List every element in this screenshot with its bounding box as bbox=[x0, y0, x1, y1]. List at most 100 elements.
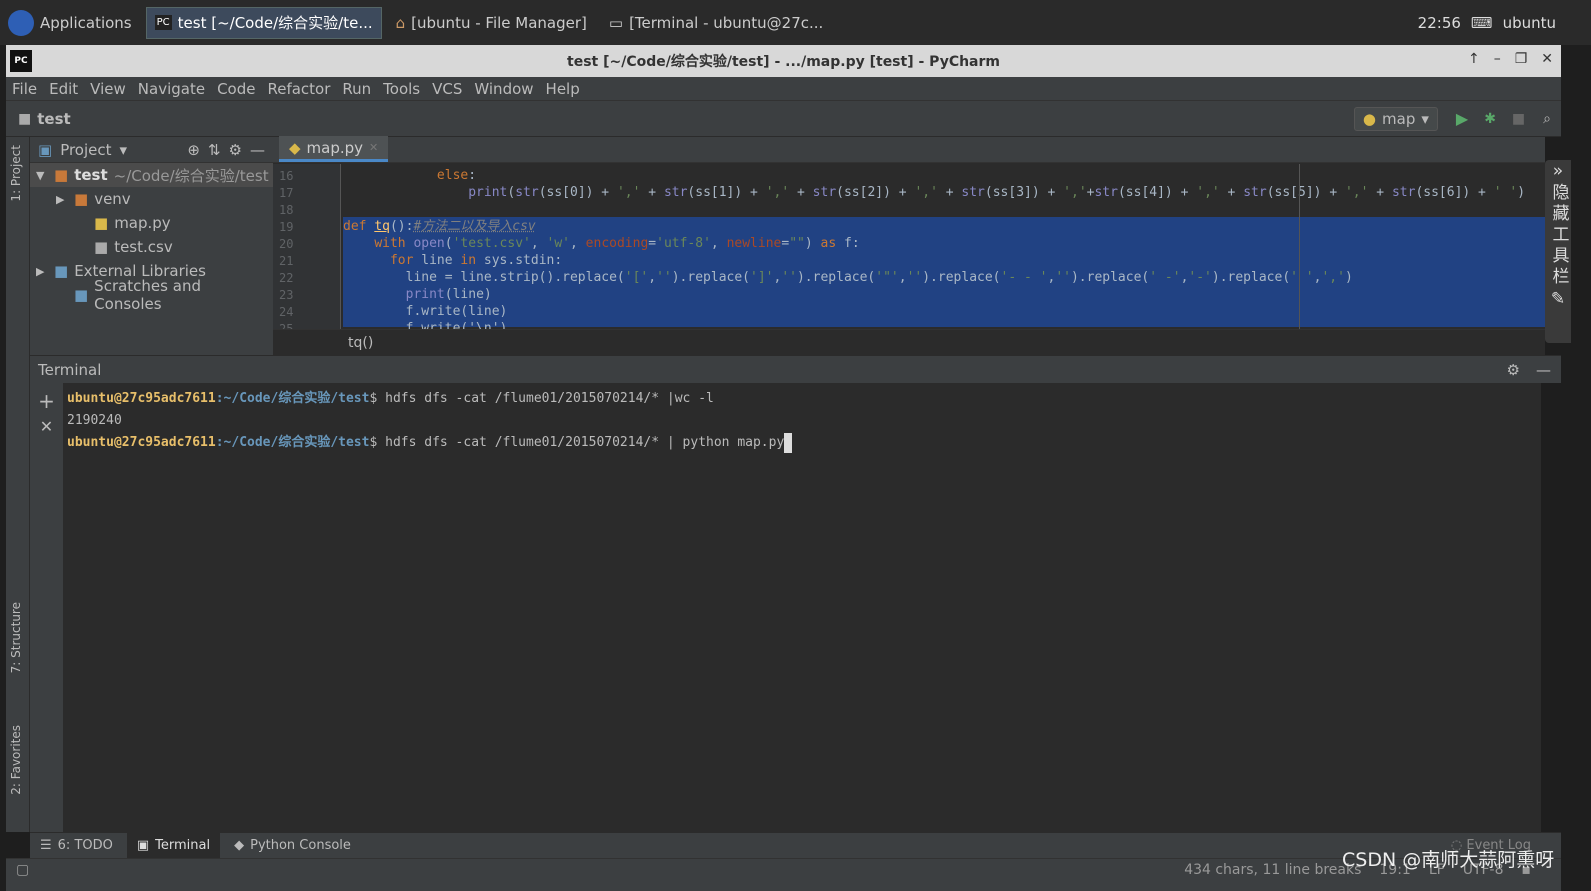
maximize-button[interactable]: ❐ bbox=[1515, 51, 1528, 67]
code-token: ',' bbox=[1196, 185, 1220, 200]
menu-window[interactable]: Window bbox=[474, 80, 533, 98]
code-token: ).replace( bbox=[796, 270, 876, 285]
code-token: "" bbox=[789, 236, 805, 251]
gear-icon[interactable]: ⚙ bbox=[1507, 361, 1520, 379]
prompt-user: ubuntu@27c95adc7611 bbox=[67, 391, 216, 406]
code-token: str bbox=[663, 185, 688, 200]
collapse-icon[interactable]: ⇅ bbox=[208, 141, 221, 159]
tab-map-py[interactable]: ◆ map.py ✕ bbox=[279, 136, 389, 162]
code-token: def bbox=[343, 219, 367, 234]
code-token: ) bbox=[1517, 185, 1526, 200]
gear-icon[interactable]: ⚙ bbox=[229, 141, 242, 159]
tree-item[interactable]: ■ Scratches and Consoles bbox=[30, 277, 273, 313]
code-token: ).replace( bbox=[1070, 270, 1150, 285]
menu-code[interactable]: Code bbox=[217, 80, 255, 98]
code-token: line bbox=[413, 253, 461, 268]
tab-terminal[interactable]: ▣ Terminal bbox=[126, 832, 221, 859]
minimize-button[interactable]: – bbox=[1494, 51, 1501, 67]
tab-label: 6: TODO bbox=[57, 838, 113, 853]
taskbar-window-terminal[interactable]: ▭ [Terminal - ubuntu@27c... bbox=[601, 7, 831, 39]
close-button[interactable]: ✕ bbox=[1541, 51, 1553, 67]
breadcrumb-test[interactable]: test bbox=[37, 110, 70, 128]
hide-toolbar-panel[interactable]: » 隐藏工具栏 ✎ bbox=[1545, 160, 1571, 343]
menu-view[interactable]: View bbox=[90, 80, 126, 98]
menu-navigate[interactable]: Navigate bbox=[138, 80, 205, 98]
tree-item[interactable]: ■ map.py bbox=[30, 211, 273, 235]
python-file-icon: ◆ bbox=[289, 138, 301, 157]
debug-icon[interactable]: ✱ bbox=[1484, 111, 1496, 127]
list-icon: ☰ bbox=[40, 838, 52, 853]
hide-icon[interactable]: — bbox=[1536, 361, 1551, 379]
menu-edit[interactable]: Edit bbox=[49, 80, 78, 98]
line-number: 22 bbox=[279, 271, 294, 285]
toggle-tool-windows-icon[interactable]: ▢ bbox=[16, 862, 29, 878]
code-token: newline bbox=[726, 236, 782, 251]
code-token: else bbox=[436, 168, 469, 183]
code-token: in bbox=[460, 253, 477, 268]
project-view-dropdown[interactable]: Project bbox=[60, 141, 111, 159]
editor-breadcrumb[interactable]: tq() bbox=[273, 329, 1545, 355]
code-token: ' ' bbox=[1290, 270, 1314, 285]
keyboard-icon: ⌨ bbox=[1470, 13, 1493, 32]
left-tool-strip: 1: Project 7: Structure 2: Favorites bbox=[6, 137, 30, 832]
expand-arrow-icon[interactable]: ▼ bbox=[36, 169, 48, 182]
code-token: ']' bbox=[750, 270, 774, 285]
code-line: print(line) bbox=[343, 286, 1543, 303]
tree-item[interactable]: ■ test.csv bbox=[30, 235, 273, 259]
code-token: '' bbox=[781, 270, 797, 285]
project-panel-header: ▣ Project ▾ ⊕ ⇅ ⚙ — bbox=[30, 137, 273, 163]
chevron-right-icon: » bbox=[1552, 161, 1564, 181]
tool-window-project[interactable]: 1: Project bbox=[9, 145, 23, 202]
search-icon[interactable]: ⌕ bbox=[1543, 111, 1551, 127]
close-session-icon[interactable]: ✕ bbox=[30, 417, 63, 436]
editor: ◆map.py✕ 16171819202122232425 else: prin… bbox=[273, 136, 1545, 355]
tab-python-console[interactable]: ◆ Python Console bbox=[224, 833, 361, 859]
run-config-dropdown[interactable]: ● map ▾ bbox=[1353, 106, 1438, 131]
tab-todo[interactable]: ☰ 6: TODO bbox=[30, 833, 123, 859]
tree-item[interactable]: ▼ ■ test ~/Code/综合实验/test bbox=[30, 163, 273, 187]
code-token: sys.stdin: bbox=[476, 253, 563, 268]
tool-window-structure[interactable]: 7: Structure bbox=[9, 602, 23, 673]
code-line: for line in sys.stdin: bbox=[343, 252, 1543, 269]
code-token: ' -' bbox=[1149, 270, 1181, 285]
applications-menu[interactable]: Applications bbox=[0, 7, 140, 39]
hide-icon[interactable]: — bbox=[250, 141, 265, 159]
terminal-output[interactable]: ubuntu@27c95adc7611:~/Code/综合实验/test$ hd… bbox=[63, 383, 1541, 832]
menu-run[interactable]: Run bbox=[342, 80, 371, 98]
taskbar-window-pycharm[interactable]: PC test [~/Code/综合实验/te... bbox=[145, 6, 382, 39]
code-token: print bbox=[405, 287, 445, 302]
clock: 22:56 bbox=[1417, 13, 1461, 32]
code-token: (ss[3]) + bbox=[984, 185, 1064, 200]
expand-arrow-icon[interactable]: ▶ bbox=[36, 265, 48, 278]
move-up-icon[interactable]: ↑ bbox=[1468, 51, 1480, 67]
close-tab-icon[interactable]: ✕ bbox=[369, 141, 378, 154]
run-icon[interactable]: ▶ bbox=[1456, 109, 1468, 128]
terminal-line: ubuntu@27c95adc7611:~/Code/综合实验/test$ hd… bbox=[67, 432, 1537, 454]
stop-icon[interactable]: ■ bbox=[1512, 111, 1525, 127]
expand-arrow-icon[interactable]: ▶ bbox=[56, 193, 68, 206]
tool-window-favorites[interactable]: 2: Favorites bbox=[9, 725, 23, 795]
code-token: as bbox=[820, 236, 837, 251]
folder-icon: ■ bbox=[54, 166, 69, 184]
code-token: + bbox=[640, 185, 664, 200]
menu-vcs[interactable]: VCS bbox=[432, 80, 462, 98]
xfce-logo-icon bbox=[8, 9, 34, 36]
menu-help[interactable]: Help bbox=[546, 80, 580, 98]
tree-item-label: Scratches and Consoles bbox=[94, 277, 201, 313]
locate-icon[interactable]: ⊕ bbox=[187, 141, 200, 159]
menu-refactor[interactable]: Refactor bbox=[267, 80, 330, 98]
tree-item[interactable]: ▶ ■ venv bbox=[30, 187, 273, 211]
line-number: 23 bbox=[279, 288, 294, 302]
new-session-icon[interactable]: + bbox=[30, 389, 63, 413]
taskbar-window-file-manager[interactable]: ⌂ [ubuntu - File Manager] bbox=[388, 7, 595, 39]
tree-item-label: map.py bbox=[114, 214, 171, 232]
menu-tools[interactable]: Tools bbox=[383, 80, 420, 98]
menu-file[interactable]: File bbox=[12, 80, 37, 98]
code-token: ( bbox=[444, 236, 453, 251]
line-number: 19 bbox=[279, 220, 294, 234]
user-menu[interactable]: ubuntu bbox=[1503, 14, 1556, 32]
code-area[interactable]: else: print(str(ss[0]) + ',' + str(ss[1]… bbox=[343, 167, 1543, 329]
code-line: f.write('\n') bbox=[343, 320, 1543, 329]
